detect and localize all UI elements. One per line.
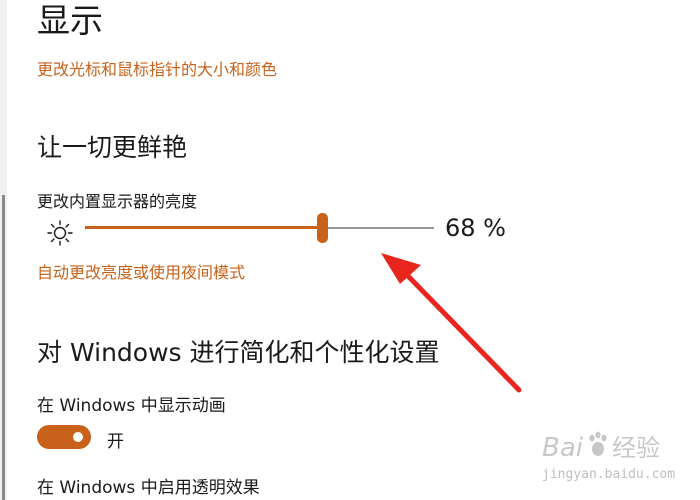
watermark: Bai 经验 jingyan.baidu.com <box>540 420 680 490</box>
brightness-section-heading: 让一切更鲜艳 <box>37 133 188 162</box>
baidu-jingyan-logo-icon: Bai 经验 <box>542 431 660 463</box>
watermark-url: jingyan.baidu.com <box>542 467 676 482</box>
slider-track-fill <box>85 226 323 229</box>
svg-text:经验: 经验 <box>612 434 660 462</box>
scrollbar[interactable] <box>0 0 7 500</box>
transparency-label: 在 Windows 中启用透明效果 <box>37 478 260 498</box>
sun-icon <box>47 220 73 246</box>
page-title: 显示 <box>37 1 103 40</box>
animation-toggle-state: 开 <box>107 432 124 452</box>
brightness-value: 68 % <box>445 214 506 242</box>
brightness-slider[interactable] <box>85 211 434 245</box>
slider-thumb[interactable] <box>317 213 329 243</box>
simplify-section-heading: 对 Windows 进行简化和个性化设置 <box>37 338 440 367</box>
brightness-label: 更改内置显示器的亮度 <box>37 192 198 211</box>
svg-text:Bai: Bai <box>542 433 584 463</box>
cursor-settings-link[interactable]: 更改光标和鼠标指针的大小和颜色 <box>37 56 277 80</box>
scrollbar-thumb[interactable] <box>2 195 5 500</box>
animation-label: 在 Windows 中显示动画 <box>37 396 226 416</box>
night-light-link[interactable]: 自动更改亮度或使用夜间模式 <box>37 259 245 283</box>
animation-toggle[interactable] <box>37 425 91 449</box>
toggle-knob <box>73 432 83 442</box>
